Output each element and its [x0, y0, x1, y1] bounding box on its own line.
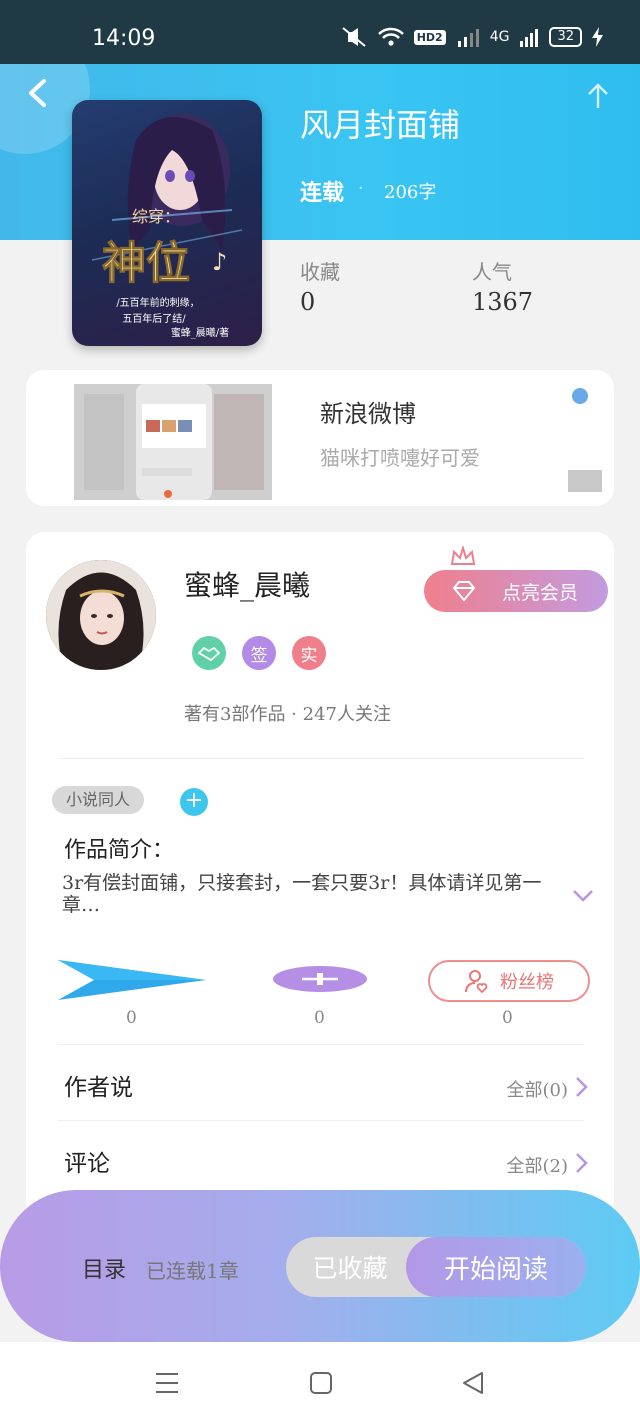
comments-all-link[interactable]: 全部(2) — [507, 1152, 569, 1178]
start-reading-button[interactable]: 开始阅读 — [406, 1237, 586, 1297]
share-icon[interactable] — [586, 82, 610, 110]
user-heart-icon — [465, 970, 488, 994]
diamond-icon — [452, 581, 476, 602]
book-cover[interactable]: 综穿： 神位 ♪ /五百年前的刺缘， 五百年后了结/ 蜜蜂_晨曦/著 — [72, 100, 262, 346]
crown-icon — [450, 546, 476, 565]
slider-icon[interactable] — [272, 965, 368, 993]
cover-art: 综穿： 神位 ♪ /五百年前的刺缘， 五百年后了结/ 蜜蜂_晨曦/著 — [91, 114, 243, 339]
status-bar: 14:09 HD2 4G 32 — [0, 0, 640, 64]
back-icon[interactable] — [24, 78, 50, 108]
popularity-value: 1367 — [472, 288, 534, 316]
hd-icon: HD2 — [413, 29, 446, 45]
mute-icon — [342, 27, 366, 47]
signal2-icon — [520, 29, 539, 47]
menu-icon[interactable] — [154, 1370, 180, 1396]
chapter-count: 已连载1章 — [146, 1259, 239, 1283]
fans-rank-button[interactable]: 粉丝榜 — [428, 960, 590, 1002]
action-count-3: 0 — [502, 1008, 513, 1028]
home-icon[interactable] — [308, 1370, 334, 1396]
status-icons: HD2 4G 32 — [340, 26, 604, 48]
divider — [58, 1120, 584, 1121]
favorites-label: 收藏 — [300, 260, 340, 284]
author-says-label: 作者说 — [64, 1075, 133, 1101]
collected-button[interactable]: 已收藏 — [286, 1237, 414, 1297]
chevron-right-icon[interactable] — [574, 1076, 588, 1098]
cover-line3: /五百年前的刺缘， — [116, 296, 199, 309]
chevron-right-icon[interactable] — [574, 1152, 588, 1174]
comments-label: 评论 — [64, 1151, 110, 1177]
author-name[interactable]: 蜜蜂_晨曦 — [184, 564, 310, 604]
battery-icon: 32 — [549, 27, 582, 47]
author-card: 蜜蜂_晨曦 点亮会员 签 实 著有3部作品 · 247人关注 小说同人 + 作品… — [26, 532, 614, 1252]
signal-icon — [457, 29, 479, 47]
fans-rank-label: 粉丝榜 — [500, 972, 554, 993]
intro-label: 作品简介： — [64, 838, 175, 863]
signed-badge[interactable]: 签 — [242, 636, 276, 670]
system-nav-bar — [0, 1342, 640, 1422]
author-badges: 签 实 — [192, 636, 326, 670]
handshake-badge-icon[interactable] — [192, 636, 226, 670]
ad-logo — [568, 470, 602, 492]
verified-badge[interactable]: 实 — [292, 636, 326, 670]
cover-author: 蜜蜂_晨曦/著 — [171, 326, 229, 339]
word-count: 206字 — [384, 182, 437, 203]
intro-text: 3r有偿封面铺，只接套封，一套只要3r！具体请详见第一章… — [62, 872, 542, 916]
favorites-value: 0 — [300, 288, 316, 316]
action-count-2: 0 — [314, 1008, 325, 1028]
toc-button[interactable]: 目录 — [82, 1252, 126, 1284]
charging-icon — [592, 27, 603, 47]
music-note-icon: ♪ — [212, 248, 227, 276]
ad-card[interactable]: 新浪微博 猫咪打喷嚏好可爱 — [26, 370, 614, 506]
author-says-all-link[interactable]: 全部(0) — [507, 1076, 569, 1102]
ad-close-icon[interactable] — [572, 388, 588, 404]
member-button-label: 点亮会员 — [501, 581, 578, 604]
cover-title: 神位 — [102, 238, 190, 289]
chevron-down-icon[interactable] — [572, 888, 594, 904]
cover-line4: 五百年后了结/ — [122, 312, 186, 325]
action-count-1: 0 — [126, 1008, 137, 1028]
wifi-icon — [377, 27, 404, 46]
avatar[interactable] — [46, 560, 156, 670]
author-meta: 著有3部作品 · 247人关注 — [184, 704, 391, 725]
category-tag[interactable]: 小说同人 — [52, 786, 145, 814]
add-tag-button[interactable]: + — [180, 788, 208, 816]
network-type: 4G — [489, 29, 510, 45]
light-member-button[interactable]: 点亮会员 — [424, 570, 608, 612]
ad-image — [74, 384, 272, 500]
status-time: 14:09 — [92, 26, 156, 51]
status-separator: · — [358, 178, 364, 199]
divider — [58, 758, 584, 759]
send-icon[interactable] — [54, 956, 210, 1004]
book-title: 风月封面铺 — [300, 106, 461, 144]
ad-title: 新浪微博 — [320, 400, 416, 428]
divider — [58, 1044, 584, 1045]
back-nav-icon[interactable] — [460, 1370, 486, 1396]
cover-subtitle: 综穿： — [132, 207, 180, 226]
popularity-label: 人气 — [472, 260, 512, 284]
book-status: 连载 — [300, 180, 345, 206]
ad-description: 猫咪打喷嚏好可爱 — [320, 446, 480, 470]
